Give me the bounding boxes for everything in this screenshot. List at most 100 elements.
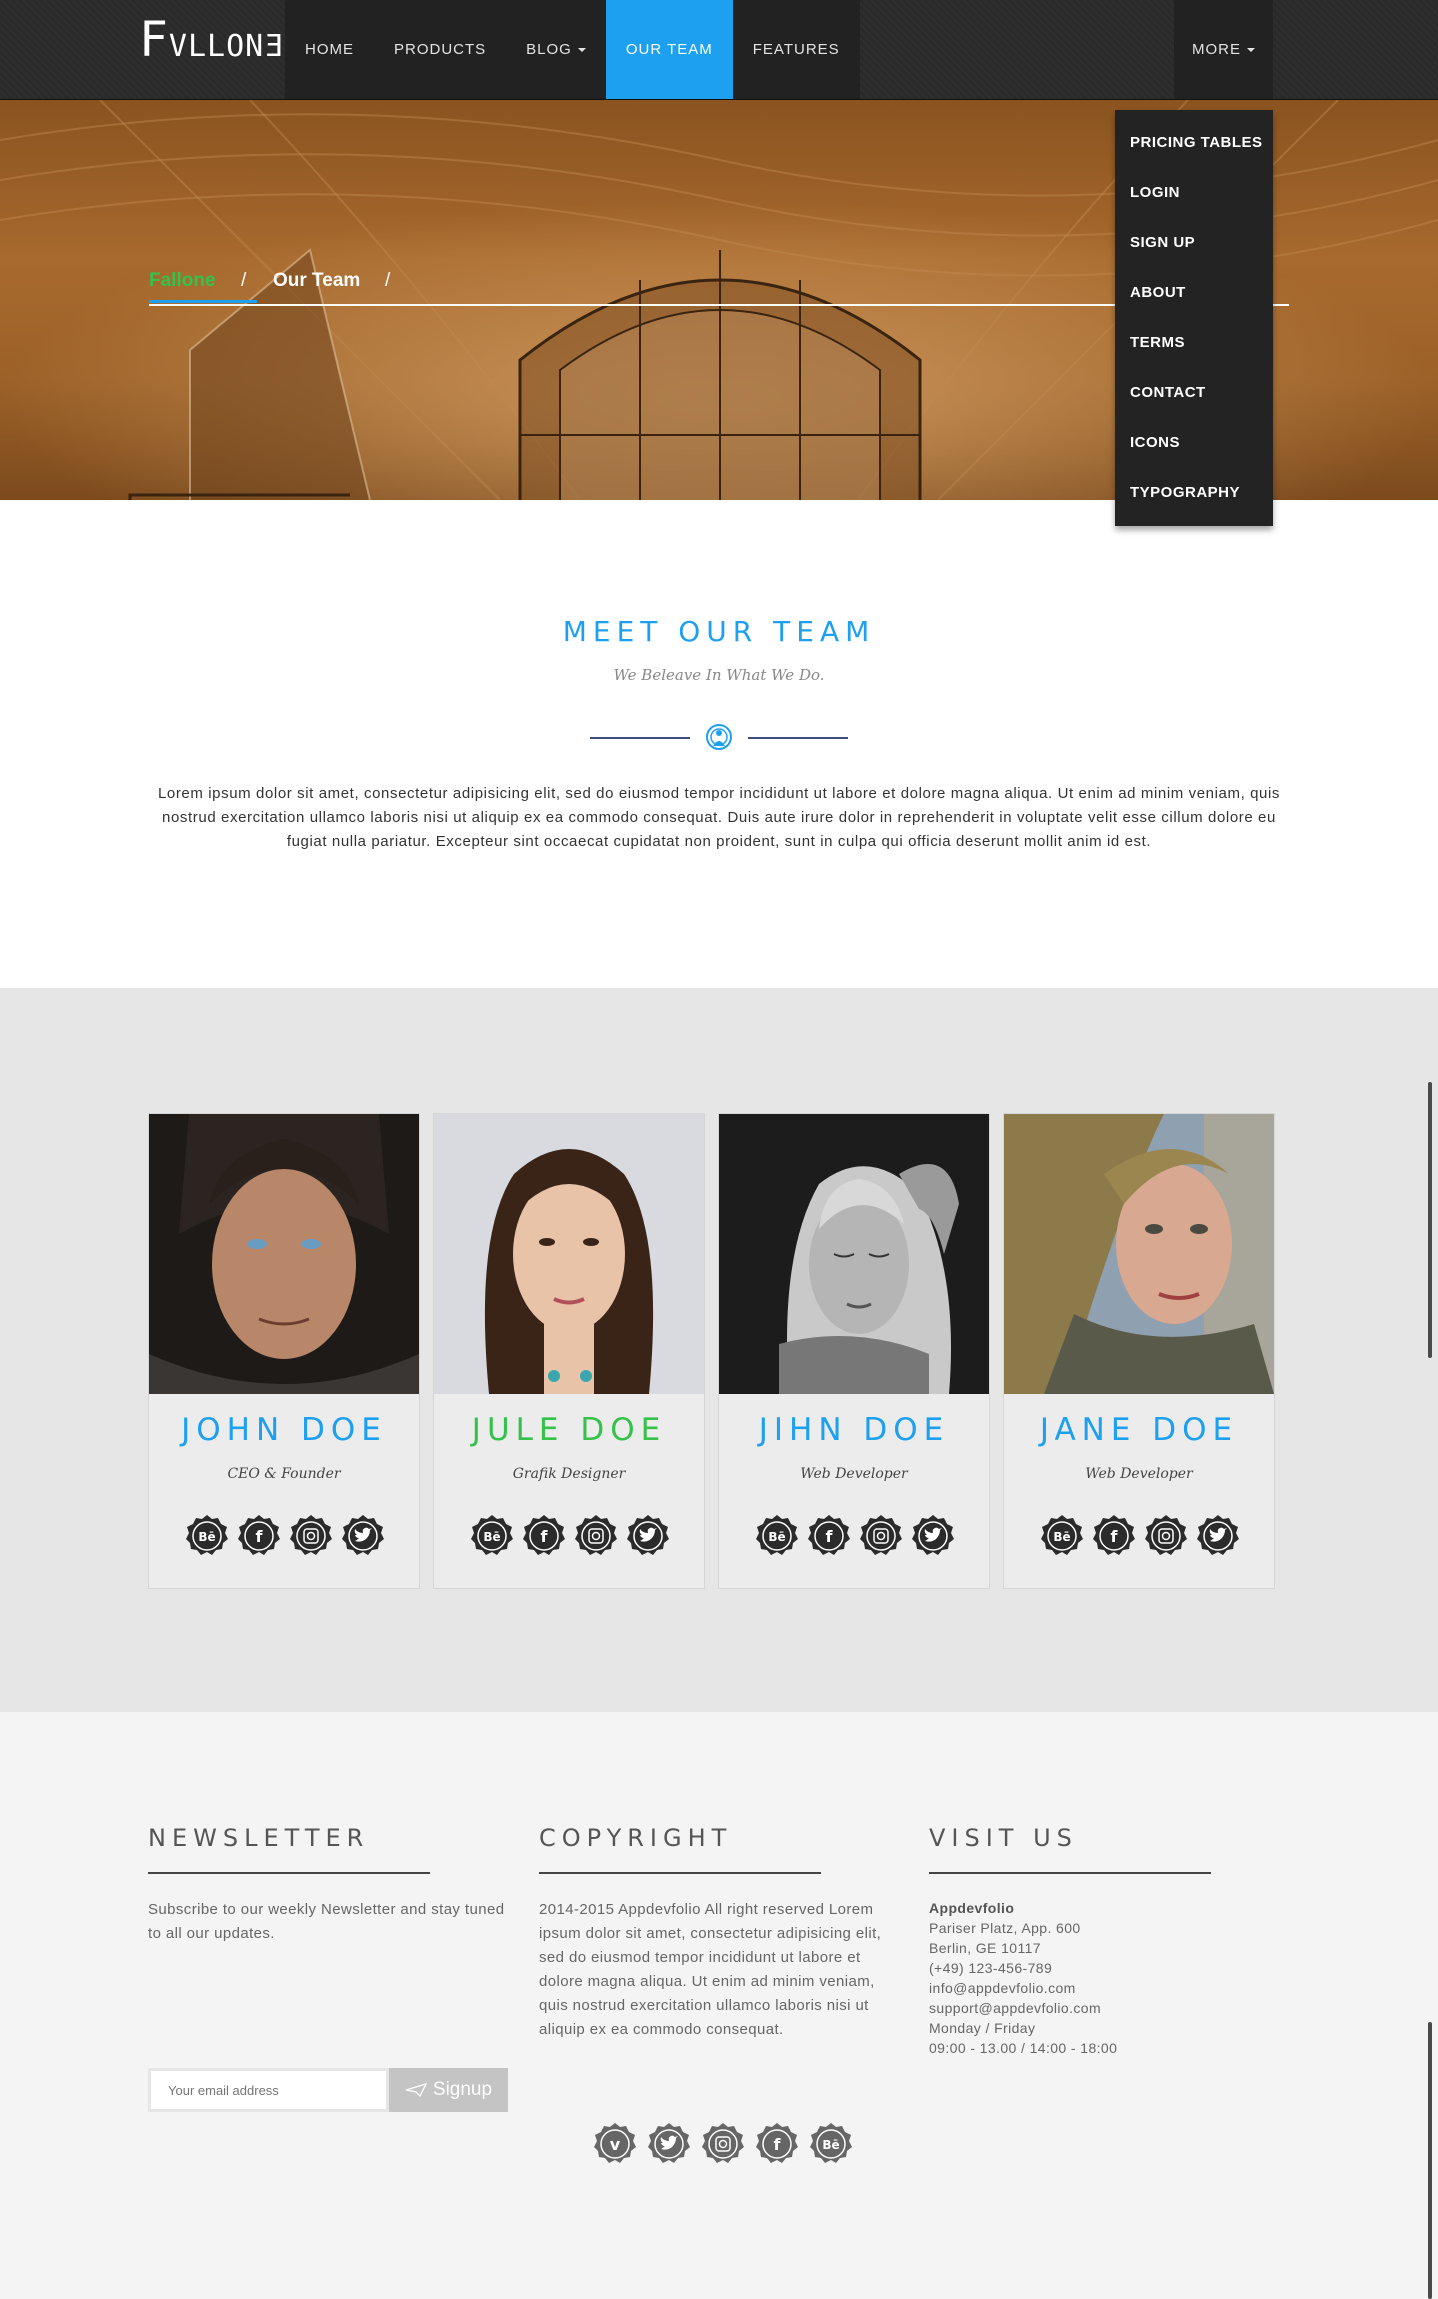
facebook-icon[interactable]: f: [237, 1514, 281, 1558]
behance-icon[interactable]: Bē: [809, 2122, 853, 2166]
team-card: JULE DOE Grafik Designer Bē f: [433, 1113, 705, 1589]
instagram-icon[interactable]: [289, 1514, 333, 1558]
facebook-icon[interactable]: f: [755, 2122, 799, 2166]
facebook-icon[interactable]: f: [1092, 1514, 1136, 1558]
email-support[interactable]: support@appdevfolio.com: [929, 1998, 1289, 2018]
svg-text:f: f: [774, 2135, 782, 2154]
more-dropdown-menu: PRICING TABLES LOGIN SIGN UP ABOUT TERMS…: [1115, 110, 1273, 526]
instagram-icon[interactable]: [701, 2122, 745, 2166]
member-photo: [434, 1114, 704, 1394]
team-card: JIHN DOE Web Developer Bē f: [718, 1113, 990, 1589]
twitter-icon[interactable]: [647, 2122, 691, 2166]
dropdown-item-pricing-tables[interactable]: PRICING TABLES: [1115, 118, 1273, 168]
heading-underline: [539, 1872, 821, 1874]
instagram-icon[interactable]: [1144, 1514, 1188, 1558]
svg-text:f: f: [541, 1527, 549, 1546]
paper-plane-icon: [405, 2083, 427, 2097]
breadcrumb-separator: /: [385, 270, 391, 291]
svg-text:f: f: [826, 1527, 834, 1546]
top-navbar: FVLLONƎ HOME PRODUCTS BLOG OUR TEAM FEAT…: [0, 0, 1438, 100]
member-role: Grafik Designer: [512, 1466, 626, 1482]
section-subtitle: We Beleave In What We Do.: [613, 666, 825, 684]
behance-icon[interactable]: Bē: [185, 1514, 229, 1558]
chevron-down-icon: [1247, 47, 1255, 52]
svg-text:f: f: [1111, 1527, 1119, 1546]
twitter-icon[interactable]: [1196, 1514, 1240, 1558]
member-name: JULE DOE: [471, 1412, 667, 1448]
instagram-icon[interactable]: [574, 1514, 618, 1558]
section-title: MEET OUR TEAM: [562, 615, 876, 648]
main-menu: HOME PRODUCTS BLOG OUR TEAM FEATURES: [285, 0, 860, 99]
dropdown-item-typography[interactable]: TYPOGRAPHY: [1115, 468, 1273, 518]
behance-icon[interactable]: Bē: [755, 1514, 799, 1558]
dropdown-item-sign-up[interactable]: SIGN UP: [1115, 218, 1273, 268]
member-social-links: Bē f: [185, 1514, 385, 1558]
nav-item-more[interactable]: MORE: [1174, 0, 1273, 99]
signup-button[interactable]: Signup: [389, 2068, 508, 2112]
member-role: Web Developer: [800, 1466, 908, 1482]
team-card: JANE DOE Web Developer Bē f: [1003, 1113, 1275, 1589]
copyright-column: COPYRIGHT 2014-2015 Appdevfolio All righ…: [539, 1824, 899, 2042]
newsletter-column: NEWSLETTER Subscribe to our weekly Newsl…: [148, 1824, 508, 2112]
dropdown-item-about[interactable]: ABOUT: [1115, 268, 1273, 318]
twitter-icon[interactable]: [626, 1514, 670, 1558]
dropdown-item-contact[interactable]: CONTACT: [1115, 368, 1273, 418]
twitter-icon[interactable]: [911, 1514, 955, 1558]
address-line: Berlin, GE 10117: [929, 1940, 1041, 1956]
address-block: Appdevfolio Pariser Platz, App. 600 Berl…: [929, 1898, 1289, 2058]
nav-item-home[interactable]: HOME: [285, 0, 374, 99]
newsletter-heading: NEWSLETTER: [148, 1824, 370, 1852]
newsletter-text: Subscribe to our weekly Newsletter and s…: [148, 1901, 505, 1942]
visit-us-heading: VISIT US: [929, 1824, 1078, 1852]
instagram-icon[interactable]: [859, 1514, 903, 1558]
team-intro-section: MEET OUR TEAM We Beleave In What We Do. …: [0, 500, 1438, 988]
company-name: Appdevfolio: [929, 1900, 1015, 1916]
visit-us-column: VISIT US Appdevfolio Pariser Platz, App.…: [929, 1824, 1289, 2058]
copyright-heading: COPYRIGHT: [539, 1824, 733, 1852]
site-logo[interactable]: FVLLONƎ: [139, 16, 283, 69]
member-social-links: Bē f: [1040, 1514, 1240, 1558]
divider-line: [748, 737, 848, 739]
facebook-icon[interactable]: f: [522, 1514, 566, 1558]
email-input[interactable]: [148, 2068, 389, 2112]
svg-text:Bē: Bē: [822, 2138, 839, 2152]
heading-underline: [148, 1872, 430, 1874]
behance-icon[interactable]: Bē: [470, 1514, 514, 1558]
dropdown-item-terms[interactable]: TERMS: [1115, 318, 1273, 368]
svg-text:f: f: [256, 1527, 264, 1546]
nav-item-our-team[interactable]: OUR TEAM: [605, 0, 733, 99]
email-info[interactable]: info@appdevfolio.com: [929, 1978, 1289, 1998]
member-name: JOHN DOE: [181, 1412, 387, 1448]
member-photo: [719, 1114, 989, 1394]
member-role: Web Developer: [1085, 1466, 1193, 1482]
member-name: JANE DOE: [1039, 1412, 1239, 1448]
nav-item-products[interactable]: PRODUCTS: [374, 0, 506, 99]
section-divider: [590, 722, 848, 752]
scrollbar-thumb[interactable]: [1428, 1082, 1432, 1358]
svg-text:Bē: Bē: [198, 1530, 215, 1544]
divider-line: [590, 737, 690, 739]
member-name: JIHN DOE: [758, 1412, 950, 1448]
footer-social-links: v f Bē: [593, 2122, 853, 2166]
address-line: Pariser Platz, App. 600: [929, 1920, 1081, 1936]
nav-item-features[interactable]: FEATURES: [733, 0, 860, 99]
team-icon: [706, 724, 732, 750]
dropdown-item-icons[interactable]: ICONS: [1115, 418, 1273, 468]
dropdown-item-login[interactable]: LOGIN: [1115, 168, 1273, 218]
vimeo-icon[interactable]: v: [593, 2122, 637, 2166]
scrollbar-thumb[interactable]: [1428, 2022, 1432, 2299]
facebook-icon[interactable]: f: [807, 1514, 851, 1558]
copyright-text: 2014-2015 Appdevfolio All right reserved…: [539, 1901, 882, 2038]
member-photo: [149, 1114, 419, 1394]
twitter-icon[interactable]: [341, 1514, 385, 1558]
svg-text:Bē: Bē: [483, 1530, 500, 1544]
intro-paragraph: Lorem ipsum dolor sit amet, consectetur …: [157, 785, 1281, 850]
breadcrumb-separator: /: [241, 270, 247, 291]
member-social-links: Bē f: [470, 1514, 670, 1558]
phone-number: (+49) 123-456-789: [929, 1960, 1053, 1976]
behance-icon[interactable]: Bē: [1040, 1514, 1084, 1558]
nav-item-blog[interactable]: BLOG: [506, 0, 606, 99]
newsletter-form: Signup: [148, 2068, 508, 2112]
team-members-section: JOHN DOE CEO & Founder Bē f JULE DOE Gra…: [0, 988, 1438, 1712]
svg-text:v: v: [610, 2135, 621, 2154]
